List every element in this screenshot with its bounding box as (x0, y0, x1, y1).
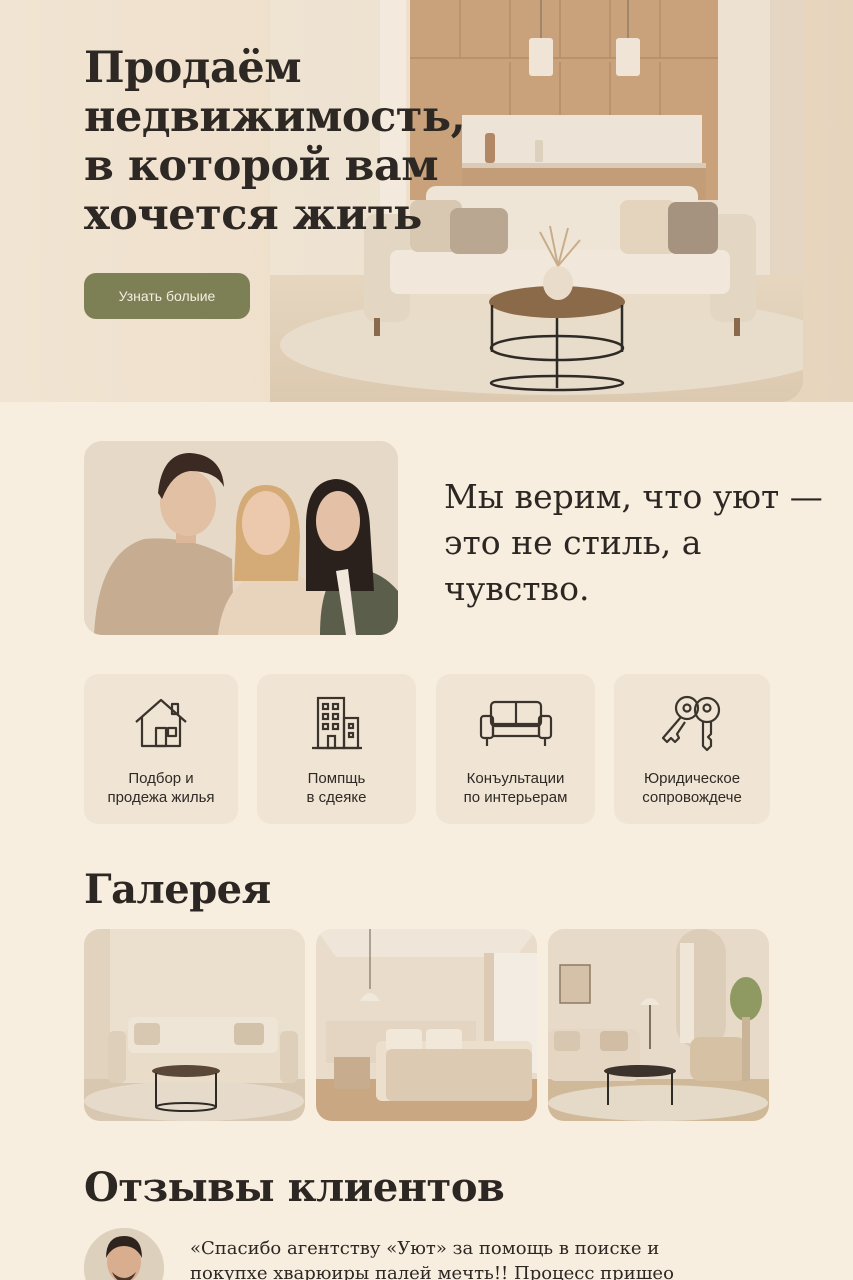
gallery-title: Галерея (84, 866, 271, 913)
about-quote: Мы верим, что уют — это не стиль, а чувс… (444, 477, 823, 608)
hero-title: Продаём недвижимость, в которой вам хоче… (84, 43, 466, 240)
reviews-title: Отзывы клиентов (84, 1164, 505, 1211)
house-icon (84, 692, 238, 754)
service-card-interior[interactable]: Конъультации по интерьерам (436, 674, 595, 824)
service-card-deal[interactable]: Помпщь в сдеяке (257, 674, 416, 824)
gallery-lounge-photo[interactable] (548, 929, 769, 1121)
gallery-bedroom-photo[interactable] (316, 929, 537, 1121)
hero-section: Продаём недвижимость, в которой вам хоче… (0, 0, 853, 402)
sofa-icon (436, 692, 595, 754)
service-label: Юридическое сопровождечe (642, 770, 742, 806)
building-icon (257, 692, 416, 754)
keys-icon (614, 692, 770, 754)
gallery-living-room-photo[interactable] (84, 929, 305, 1121)
service-card-selection[interactable]: Подбор и продежа жилья (84, 674, 238, 824)
reviewer-avatar (84, 1228, 164, 1280)
team-photo (84, 441, 398, 635)
service-label: Конъультации по интерьерам (463, 770, 568, 806)
service-card-legal[interactable]: Юридическое сопровождечe (614, 674, 770, 824)
learn-more-button[interactable]: Узнать болыие (84, 273, 250, 319)
review-text: «Спасибо агентству «Уют» за помощь в пои… (190, 1238, 674, 1280)
service-label: Помпщь в сдеяке (306, 770, 367, 806)
service-label: Подбор и продежа жилья (107, 770, 215, 806)
